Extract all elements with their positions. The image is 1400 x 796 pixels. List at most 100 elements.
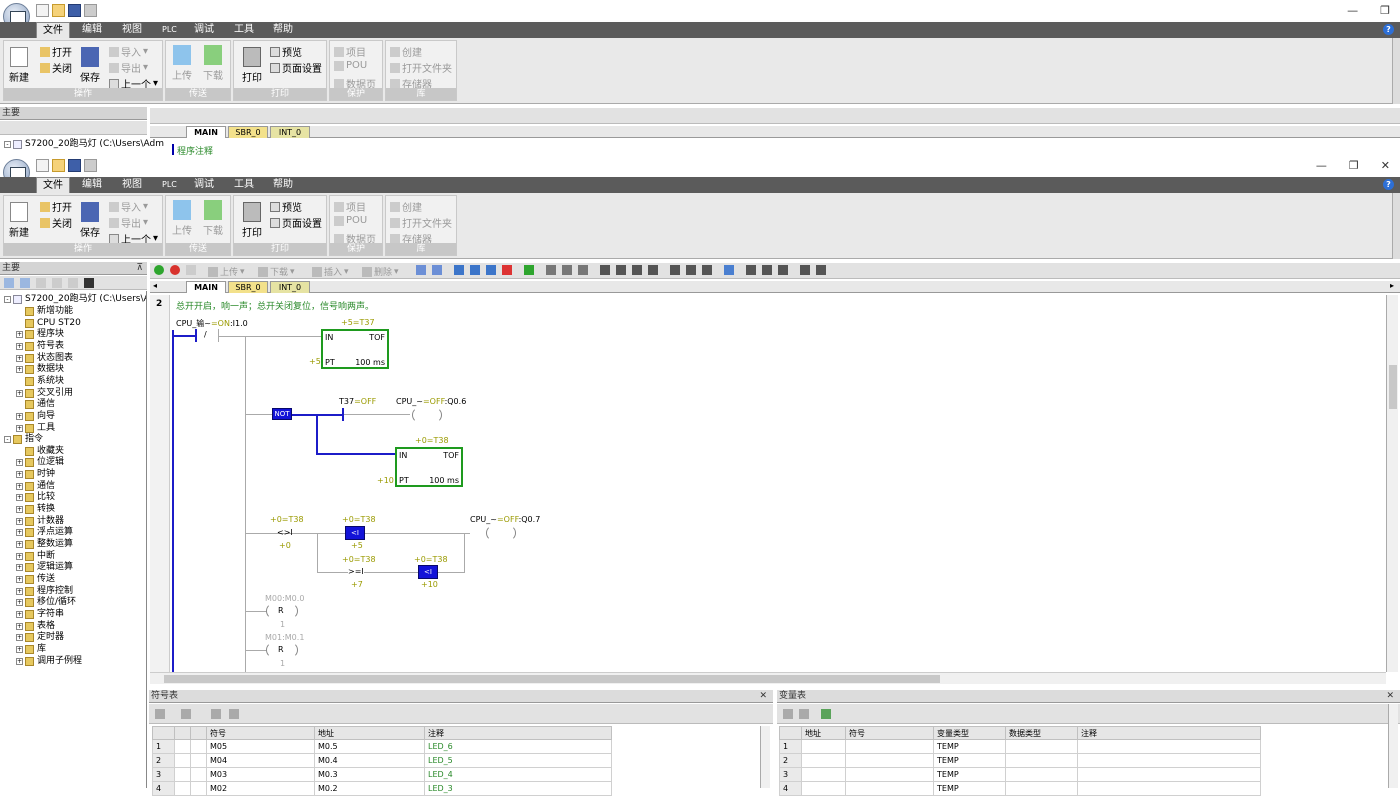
- expand-icon[interactable]: +: [16, 657, 23, 665]
- bookmark-icon[interactable]: [454, 265, 464, 275]
- cell[interactable]: [1077, 739, 1261, 754]
- new-file-icon[interactable]: [36, 159, 49, 172]
- cell[interactable]: [1005, 781, 1078, 796]
- tab-sbr0[interactable]: SBR_0: [228, 126, 268, 138]
- run-icon[interactable]: [154, 265, 164, 275]
- tree-item[interactable]: 系统块: [16, 376, 64, 387]
- preview-button[interactable]: 预览: [270, 44, 302, 59]
- col-symbol[interactable]: 符号: [845, 726, 934, 740]
- compile-icon[interactable]: [186, 265, 196, 275]
- network-comment[interactable]: 总开开启，响一声；总开关闭复位，信号响两声。: [176, 299, 374, 312]
- tree-item[interactable]: + 定时器: [16, 632, 64, 643]
- cell[interactable]: [174, 781, 191, 796]
- cell[interactable]: [190, 753, 207, 768]
- view-icon[interactable]: [20, 278, 30, 288]
- hscroll-thumb[interactable]: [164, 675, 940, 683]
- new-button[interactable]: 新建: [9, 202, 29, 239]
- print-icon[interactable]: [84, 4, 97, 17]
- expand-icon[interactable]: +: [16, 587, 23, 595]
- view-icon[interactable]: [4, 278, 14, 288]
- tree-item[interactable]: + 向导: [16, 411, 55, 422]
- branch-icon[interactable]: [632, 265, 642, 275]
- tree-item[interactable]: CPU ST20: [16, 318, 81, 329]
- tree-item[interactable]: + 转换: [16, 504, 55, 515]
- menu-tab-file[interactable]: 文件: [36, 177, 70, 193]
- lock-icon[interactable]: [578, 265, 588, 275]
- ladder-editor[interactable]: 2 总开开启，响一声；总开关闭复位，信号响两声。 CPU_输~=ON:I1.0 …: [150, 295, 1386, 672]
- expand-icon[interactable]: [16, 320, 23, 327]
- page-icon[interactable]: [36, 278, 46, 288]
- tree-item[interactable]: 收藏夹: [16, 446, 64, 457]
- tree-item[interactable]: + 浮点运算: [16, 527, 73, 538]
- expand-icon[interactable]: -: [4, 436, 11, 444]
- menu-tab-help[interactable]: 帮助: [273, 22, 293, 38]
- tree-item[interactable]: + 交叉引用: [16, 388, 73, 399]
- branch-icon[interactable]: [648, 265, 658, 275]
- table-row[interactable]: 1 M05 M0.5 LED_6: [152, 739, 612, 754]
- cell[interactable]: [174, 739, 191, 754]
- cell[interactable]: [845, 739, 934, 754]
- coil-icon[interactable]: [686, 265, 696, 275]
- expand-icon[interactable]: [16, 401, 23, 408]
- open-button[interactable]: 打开: [40, 44, 72, 59]
- close-icon[interactable]: ✕: [1381, 159, 1390, 172]
- menu-tab-view[interactable]: 视图: [122, 177, 142, 193]
- cell[interactable]: [1077, 753, 1261, 768]
- cmp2-op[interactable]: <I: [345, 526, 365, 540]
- open-folder-icon[interactable]: [52, 159, 65, 172]
- tree-item[interactable]: 通信: [16, 399, 55, 410]
- not-block[interactable]: NOT: [272, 408, 292, 420]
- table-row[interactable]: 3 M03 M0.3 LED_4: [152, 767, 612, 782]
- tree-item[interactable]: + 状态图表: [16, 353, 73, 364]
- branch-icon[interactable]: [616, 265, 626, 275]
- expand-icon[interactable]: +: [16, 424, 23, 432]
- ribbon-scrollbar[interactable]: [1392, 38, 1400, 104]
- table-row[interactable]: 3 TEMP: [779, 767, 1261, 782]
- tof-t37-box[interactable]: IN TOF PT 100 ms: [321, 329, 389, 369]
- var-table-scroll[interactable]: [1388, 704, 1398, 788]
- cell[interactable]: [1077, 781, 1261, 796]
- cell[interactable]: [1005, 767, 1078, 782]
- tree-item[interactable]: + 整数运算: [16, 539, 73, 550]
- cell[interactable]: [801, 739, 846, 754]
- expand-icon[interactable]: +: [16, 575, 23, 583]
- preview-button[interactable]: 预览: [270, 199, 302, 214]
- panel-close-icon[interactable]: ✕: [1386, 690, 1394, 703]
- save-button[interactable]: 保存: [80, 202, 100, 239]
- menu-tab-tools[interactable]: 工具: [234, 22, 254, 38]
- monitor-icon[interactable]: [84, 278, 94, 288]
- table-row[interactable]: 1 TEMP: [779, 739, 1261, 754]
- cell-address[interactable]: M0.2: [314, 781, 425, 796]
- cell-address[interactable]: M0.5: [314, 739, 425, 754]
- monitor-pause-icon[interactable]: [432, 265, 442, 275]
- tab-int0[interactable]: INT_0: [270, 126, 310, 138]
- expand-icon[interactable]: +: [16, 529, 23, 537]
- cell[interactable]: [801, 767, 846, 782]
- cell-comment[interactable]: LED_5: [424, 753, 612, 768]
- table-row[interactable]: 2 M04 M0.4 LED_5: [152, 753, 612, 768]
- tree-item[interactable]: 新增功能: [16, 306, 73, 317]
- help-icon[interactable]: ?: [1383, 24, 1394, 35]
- editor-hscroll[interactable]: [150, 672, 1386, 684]
- cell-var-type[interactable]: TEMP: [933, 739, 1006, 754]
- open-folder-icon[interactable]: [52, 4, 65, 17]
- tab-main[interactable]: MAIN: [186, 281, 226, 293]
- tab-sbr0[interactable]: SBR_0: [228, 281, 268, 293]
- table-icon[interactable]: [181, 709, 191, 719]
- cell[interactable]: [801, 781, 846, 796]
- pin-icon[interactable]: ⊼: [136, 262, 143, 275]
- table-icon[interactable]: [746, 265, 756, 275]
- tab-int0[interactable]: INT_0: [270, 281, 310, 293]
- print-button[interactable]: 打印: [242, 202, 262, 239]
- expand-icon[interactable]: +: [16, 331, 23, 339]
- symbol-icon[interactable]: [724, 265, 734, 275]
- contact-icon[interactable]: [670, 265, 680, 275]
- tree-item[interactable]: + 程序块: [16, 329, 64, 340]
- page-icon[interactable]: [68, 278, 78, 288]
- table-icon[interactable]: [155, 709, 165, 719]
- edit-icon[interactable]: [762, 265, 772, 275]
- menu-tab-edit[interactable]: 编辑: [82, 177, 102, 193]
- cell[interactable]: [801, 753, 846, 768]
- minimize-icon[interactable]: —: [1347, 4, 1358, 17]
- print-icon[interactable]: [84, 159, 97, 172]
